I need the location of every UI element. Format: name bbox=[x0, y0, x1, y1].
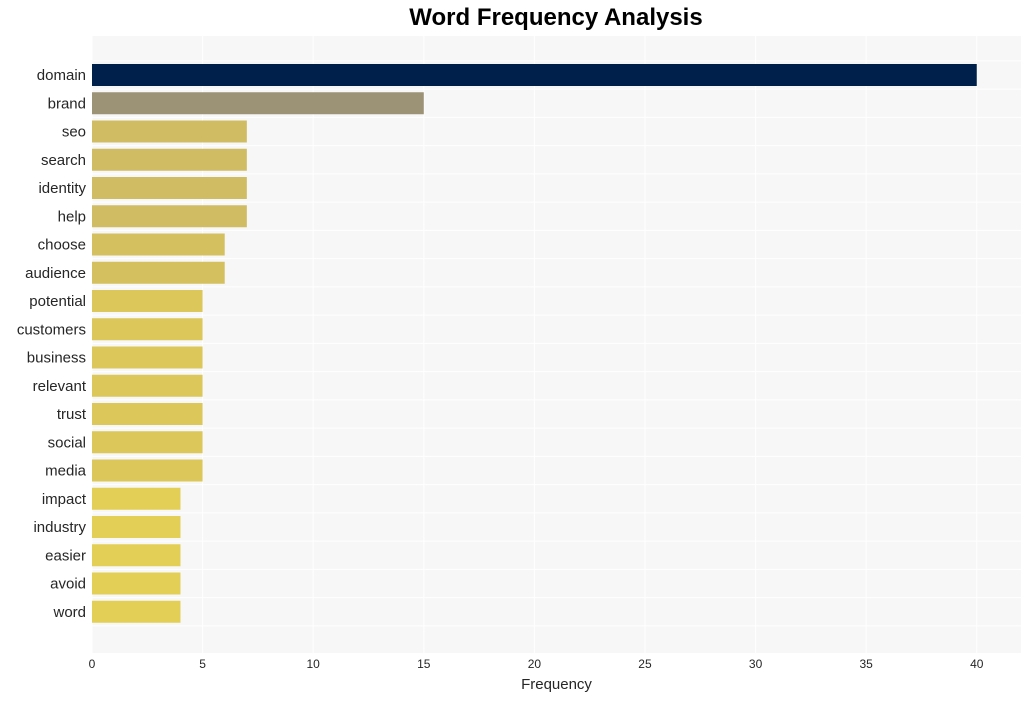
y-tick-label: easier bbox=[45, 547, 86, 564]
y-tick-label: search bbox=[41, 152, 86, 169]
bar-business bbox=[92, 346, 203, 369]
y-tick-label: media bbox=[45, 463, 87, 480]
x-tick-label: 35 bbox=[859, 657, 873, 671]
x-axis-label: Frequency bbox=[521, 676, 592, 693]
y-tick-label: brand bbox=[48, 95, 86, 112]
bar-domain bbox=[92, 64, 977, 86]
bar-potential bbox=[92, 290, 203, 312]
y-tick-label: customers bbox=[17, 321, 86, 338]
bar-easier bbox=[92, 544, 181, 567]
y-tick-label: industry bbox=[33, 519, 86, 536]
bar-avoid bbox=[92, 572, 181, 595]
x-tick-label: 10 bbox=[307, 657, 321, 671]
bar-choose bbox=[92, 233, 225, 256]
bar-impact bbox=[92, 487, 181, 510]
y-tick-label: social bbox=[48, 434, 86, 451]
bar-social bbox=[92, 431, 203, 454]
bar-industry bbox=[92, 516, 181, 538]
x-tick-label: 20 bbox=[528, 657, 542, 671]
bar-customers bbox=[92, 318, 203, 341]
y-tick-label: domain bbox=[37, 67, 86, 84]
y-tick-labels: domain brand seo search identity help choose au… bbox=[17, 67, 87, 621]
y-tick-label: seo bbox=[62, 124, 86, 141]
y-tick-label: word bbox=[52, 604, 86, 621]
y-tick-label: help bbox=[58, 208, 86, 225]
x-tick-label: 30 bbox=[749, 657, 763, 671]
bar-chart: domain brand seo search identity help choose au… bbox=[17, 36, 1021, 693]
x-tick-label: 15 bbox=[417, 657, 431, 671]
y-tick-label: identity bbox=[38, 180, 86, 197]
y-tick-label: business bbox=[27, 350, 86, 367]
x-tick-label: 40 bbox=[970, 657, 984, 671]
x-tick-label: 25 bbox=[638, 657, 652, 671]
bar-seo bbox=[92, 120, 247, 143]
bar-word bbox=[92, 600, 181, 623]
bar-brand bbox=[92, 92, 424, 115]
y-tick-label: potential bbox=[29, 293, 86, 310]
y-tick-label: audience bbox=[25, 265, 86, 282]
bar-help bbox=[92, 205, 247, 228]
y-tick-label: relevant bbox=[33, 378, 87, 395]
y-tick-label: trust bbox=[57, 406, 87, 423]
x-tick-label: 5 bbox=[199, 657, 206, 671]
y-tick-label: avoid bbox=[50, 576, 86, 593]
bar-relevant bbox=[92, 374, 203, 397]
bar-media bbox=[92, 459, 203, 482]
y-tick-label: impact bbox=[42, 491, 87, 508]
bar-identity bbox=[92, 177, 247, 199]
y-tick-label: choose bbox=[38, 237, 86, 254]
bar-trust bbox=[92, 403, 203, 425]
x-tick-label: 0 bbox=[89, 657, 96, 671]
x-tick-labels: 0 5 10 15 20 25 30 35 40 bbox=[89, 657, 984, 671]
bar-search bbox=[92, 148, 247, 171]
bar-audience bbox=[92, 261, 225, 284]
